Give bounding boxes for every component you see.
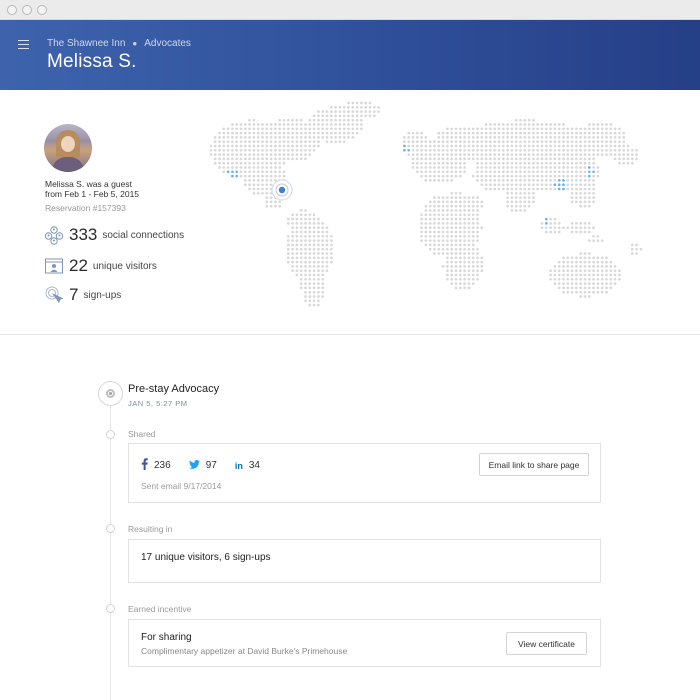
window-chrome — [0, 0, 700, 20]
timeline-event-date: JAN 5, 5:27 PM — [128, 399, 188, 408]
share-counts: 236 97 in 34 — [141, 458, 278, 473]
profile-section: Melissa S. was a guest from Feb 1 - Feb … — [0, 90, 700, 335]
page-title: Melissa S. — [47, 51, 137, 72]
world-dot-map — [209, 101, 643, 307]
unique-visitors-count: 22 — [69, 256, 88, 275]
linkedin-count: 34 — [248, 460, 260, 471]
twitter-share: 97 — [188, 459, 217, 472]
facebook-icon — [141, 458, 148, 473]
page-header: The Shawnee Inn ● Advocates Melissa S. — [0, 20, 700, 90]
linkedin-icon: in — [234, 460, 243, 471]
facebook-share: 236 — [141, 458, 171, 473]
timeline-line — [110, 393, 111, 700]
unique-visitors-label: unique visitors — [92, 260, 157, 272]
incentive-card: For sharing Complimentary appetizer at D… — [128, 619, 601, 667]
guest-stay-dates: from Feb 1 - Feb 5, 2015 — [45, 189, 140, 199]
stat-unique-visitors: 22 unique visitors — [44, 256, 157, 276]
visitor-card-icon — [44, 256, 64, 276]
stat-sign-ups: 7 sign-ups — [44, 285, 121, 305]
window-minimize-dot[interactable] — [22, 5, 32, 15]
section-label-resulting: Resulting in — [128, 524, 173, 534]
reservation-number: Reservation #157393 — [45, 203, 126, 213]
timeline-start-icon — [98, 381, 123, 406]
window-close-dot[interactable] — [7, 5, 17, 15]
facebook-count: 236 — [154, 460, 171, 471]
avatar — [44, 124, 92, 172]
social-connections-label: social connections — [102, 229, 185, 241]
location-pin-icon — [278, 186, 286, 194]
breadcrumb-item-advocates[interactable]: Advocates — [144, 38, 191, 49]
email-link-button[interactable]: Email link to share page — [479, 453, 589, 476]
breadcrumb-item-property[interactable]: The Shawnee Inn — [47, 38, 125, 49]
window-maximize-dot[interactable] — [37, 5, 47, 15]
timeline-event-title: Pre-stay Advocacy — [128, 383, 220, 395]
resulting-summary: 17 unique visitors, 6 sign-ups — [141, 552, 271, 563]
timeline-dot-shared — [106, 430, 115, 439]
view-certificate-button[interactable]: View certificate — [506, 632, 587, 655]
breadcrumb: The Shawnee Inn ● Advocates — [47, 38, 191, 49]
breadcrumb-separator: ● — [132, 39, 138, 48]
incentive-description: Complimentary appetizer at David Burke's… — [141, 646, 348, 656]
twitter-count: 97 — [205, 460, 217, 471]
sign-ups-label: sign-ups — [83, 289, 122, 301]
social-connections-count: 333 — [69, 225, 98, 244]
sent-email-date: Sent email 9/17/2014 — [141, 481, 222, 491]
section-label-shared: Shared — [128, 429, 156, 439]
guest-stay-text: Melissa S. was a guest — [45, 179, 132, 189]
sign-ups-count: 7 — [69, 285, 79, 304]
stat-social-connections: 333 social connections — [44, 225, 184, 245]
resulting-card: 17 unique visitors, 6 sign-ups — [128, 539, 601, 583]
linkedin-share: in 34 — [235, 460, 260, 471]
incentive-title: For sharing — [141, 632, 192, 643]
timeline-dot-incentive — [106, 604, 115, 613]
shared-card: 236 97 in 34 Sent email 9/17/2014 Email … — [128, 443, 601, 503]
twitter-icon — [188, 459, 200, 472]
cursor-click-icon — [44, 285, 64, 305]
menu-icon[interactable] — [18, 40, 29, 49]
people-icon — [44, 225, 64, 245]
timeline-dot-resulting — [106, 524, 115, 533]
section-label-incentive: Earned incentive — [128, 604, 192, 614]
